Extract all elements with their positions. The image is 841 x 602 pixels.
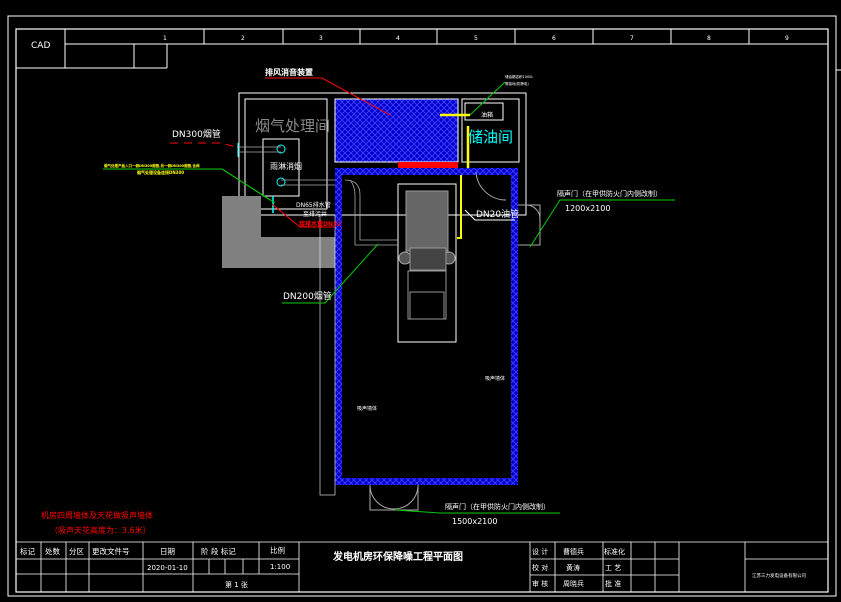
grid-number: 3 bbox=[319, 35, 323, 42]
company-name: 江苏三力发电设备有限公司 bbox=[752, 572, 806, 579]
oil-tank-label: 油箱 bbox=[481, 111, 493, 119]
wall-label-left: 吸声墙体 bbox=[357, 405, 377, 412]
role2-process: 工 艺 bbox=[605, 564, 621, 572]
name-review: 周晓兵 bbox=[563, 579, 584, 588]
header-doc: 更改文件号 bbox=[92, 546, 130, 556]
header-date: 日期 bbox=[160, 547, 175, 556]
exhaust-silencer-label: 排风消音装置 bbox=[265, 67, 313, 77]
grid-numbers: 1 2 3 4 5 6 7 8 9 bbox=[163, 35, 789, 42]
oil-tank-note-2: 需接地(防静电) bbox=[505, 81, 529, 86]
note-line-2: （吸声天花高度为：3.6米） bbox=[50, 525, 151, 535]
grid-number: 1 bbox=[163, 35, 167, 42]
role2-approve: 批 准 bbox=[605, 579, 621, 588]
title-block bbox=[16, 541, 828, 592]
grid-number: 5 bbox=[474, 35, 478, 42]
door-east[interactable] bbox=[518, 204, 541, 246]
role2-standard: 标准化 bbox=[604, 547, 625, 556]
grid-number: 9 bbox=[785, 35, 789, 42]
wall-label-right: 吸声墙体 bbox=[485, 375, 505, 382]
oil-tank-note-1: 储油箱容积1000L bbox=[505, 74, 533, 79]
header-stage: 阶 段 标记 bbox=[201, 546, 236, 556]
drain-label: 接排水管DN32 bbox=[298, 220, 341, 228]
dn65-label-2: 至排污井 bbox=[303, 210, 327, 218]
door1-size: 1200x2100 bbox=[565, 204, 610, 213]
generator-set bbox=[397, 183, 457, 343]
name-design: 曹德兵 bbox=[563, 547, 584, 556]
door1-title: 隔声门（在甲供防火门内侧改制） bbox=[557, 189, 662, 198]
header-mark: 标记 bbox=[20, 546, 35, 556]
cad-logo: CAD bbox=[31, 41, 50, 51]
floor-plan: 烟气处理间 雨淋消烟 油箱 储油间 bbox=[222, 92, 541, 511]
date-value: 2020-01-10 bbox=[147, 564, 188, 572]
scale-value: 1:100 bbox=[270, 563, 290, 571]
door2-title: 隔声门（在甲供防火门内侧改制） bbox=[445, 502, 550, 511]
door2-size: 1500x2100 bbox=[452, 517, 497, 526]
door-south[interactable] bbox=[369, 484, 419, 511]
name-check: 黄涛 bbox=[566, 563, 580, 572]
dn20-label: DN20油管 bbox=[476, 208, 519, 220]
sheet-number: 第 1 张 bbox=[225, 580, 248, 589]
cad-drawing: CAD 1 2 3 4 5 6 7 8 9 烟气处理间 雨淋消烟 油箱 储油间 … bbox=[7, 15, 841, 597]
grid-number: 6 bbox=[552, 35, 556, 42]
door-oil-room[interactable] bbox=[475, 171, 507, 201]
spray-unit-label: 雨淋消烟 bbox=[270, 161, 302, 171]
drawing-title: 发电机房环保降噪工程平面图 bbox=[332, 550, 463, 563]
dn300-label: DN300烟管 bbox=[172, 128, 221, 140]
header-zone: 分区 bbox=[69, 547, 84, 556]
dn200-label: DN200烟管 bbox=[283, 290, 332, 302]
grid-number: 8 bbox=[707, 35, 711, 42]
grid-number: 7 bbox=[630, 35, 634, 42]
smoke-room-label: 烟气处理间 bbox=[255, 117, 330, 135]
role-design: 设 计 bbox=[532, 547, 548, 556]
header-count: 处数 bbox=[45, 546, 60, 556]
role-review: 审 核 bbox=[532, 579, 548, 588]
note-line-1: 机房四周墙体及天花做吸声墙体 bbox=[41, 510, 153, 520]
role-check: 校 对 bbox=[532, 563, 548, 572]
grid-number: 4 bbox=[396, 35, 400, 42]
grid-number: 2 bbox=[241, 35, 245, 42]
header-scale: 比例 bbox=[270, 545, 285, 555]
oil-room-label: 储油间 bbox=[468, 128, 513, 146]
dn65-label: DN65排水管 bbox=[296, 201, 331, 209]
yellow-note-2: 烟气处理设备连接DN300 bbox=[137, 169, 184, 175]
yellow-note-1: 烟气处理产品入口一侧DN300烟管,另一侧DN300烟管,含阀 bbox=[104, 163, 200, 168]
exhaust-silencer-box bbox=[334, 98, 459, 163]
